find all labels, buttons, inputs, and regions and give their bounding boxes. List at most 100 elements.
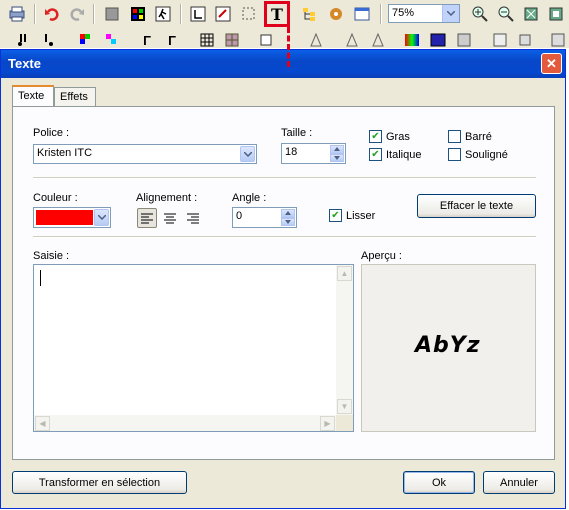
dialog-titlebar[interactable]: Texte ✕: [1, 50, 565, 78]
book-icon[interactable]: [490, 30, 510, 50]
gradient-icon[interactable]: [428, 30, 448, 50]
print-icon[interactable]: [7, 4, 27, 24]
cylinder-icon[interactable]: [515, 30, 535, 50]
window-icon[interactable]: [352, 4, 372, 24]
saisie-textarea[interactable]: ▲ ▼ ◀ ▶: [33, 264, 354, 432]
angle-spinner[interactable]: 0: [232, 207, 297, 228]
palette-icon[interactable]: [128, 4, 148, 24]
souligne-label: Souligné: [465, 148, 508, 161]
spin-up-icon[interactable]: [330, 145, 344, 154]
erase-icon[interactable]: [213, 4, 233, 24]
tab-effets[interactable]: Effets: [54, 87, 96, 106]
annuler-button[interactable]: Annuler: [483, 471, 555, 494]
police-value: Kristen ITC: [37, 147, 93, 159]
apercu-preview: AbYz: [361, 264, 536, 432]
ok-button[interactable]: Ok: [403, 471, 475, 494]
chevron-down-icon[interactable]: [240, 146, 255, 162]
crop-icon[interactable]: [188, 4, 208, 24]
export-icon[interactable]: [548, 30, 568, 50]
taille-value: 18: [285, 146, 298, 158]
redo-icon[interactable]: [67, 4, 87, 24]
gras-checkbox[interactable]: ✔ Gras: [369, 130, 410, 143]
zoom-select[interactable]: 75%: [388, 4, 460, 23]
gamma-icon[interactable]: Γ: [137, 30, 157, 50]
align-left-icon: [141, 213, 153, 223]
saisie-label: Saisie :: [33, 250, 70, 262]
taille-spinner[interactable]: 18: [281, 143, 346, 164]
align-left-button[interactable]: [137, 208, 157, 228]
horizontal-scrollbar[interactable]: ◀ ▶: [34, 415, 336, 431]
ok-label: Ok: [431, 476, 447, 489]
color-pick-icon[interactable]: [76, 30, 96, 50]
check-icon: ✔: [329, 209, 342, 222]
scroll-left-icon[interactable]: ◀: [35, 416, 50, 431]
scroll-corner: [336, 415, 353, 431]
layer-icon[interactable]: [256, 30, 276, 50]
zoom-out-icon[interactable]: [496, 4, 516, 24]
fit-icon[interactable]: [521, 4, 541, 24]
police-label: Police :: [33, 127, 70, 139]
couleur-select[interactable]: [33, 207, 111, 228]
checkbox-box: [448, 148, 461, 161]
italique-checkbox[interactable]: ✔ Italique: [369, 148, 421, 161]
tab-panel: Police : Kristen ITC Taille : 18 ✔ Gras ✔…: [12, 106, 555, 460]
vertical-scrollbar[interactable]: ▲ ▼: [336, 265, 353, 415]
chevron-down-icon[interactable]: [94, 209, 109, 226]
souligne-checkbox[interactable]: Souligné: [448, 148, 508, 161]
zoom-in-icon[interactable]: [470, 4, 490, 24]
italique-label: Italique: [386, 148, 422, 161]
lisser-label: Lisser: [346, 209, 376, 222]
chevron-down-icon[interactable]: [442, 5, 459, 22]
mask-icon[interactable]: [454, 30, 474, 50]
select-icon[interactable]: [239, 4, 259, 24]
grid-icon[interactable]: [197, 30, 217, 50]
spin-down-icon[interactable]: [330, 153, 344, 162]
close-icon[interactable]: ✕: [541, 53, 562, 74]
annuler-label: Annuler: [500, 476, 538, 489]
gamma2-icon[interactable]: Γ: [162, 30, 182, 50]
close-label: ✕: [546, 55, 557, 71]
triangle2-icon[interactable]: [368, 30, 388, 50]
walk-icon[interactable]: [153, 4, 173, 24]
angle-value: 0: [236, 210, 243, 222]
align-center-icon: [164, 213, 176, 223]
scroll-up-icon[interactable]: ▲: [337, 266, 352, 281]
tab-texte[interactable]: Texte: [12, 85, 54, 106]
align-center-button[interactable]: [160, 208, 180, 228]
spin-up-icon[interactable]: [281, 209, 295, 218]
effacer-texte-button[interactable]: Effacer le texte: [417, 194, 536, 218]
barre-checkbox[interactable]: Barré: [448, 130, 492, 143]
triangle-icon[interactable]: [342, 30, 362, 50]
brush-icon[interactable]: [13, 30, 33, 50]
fill-icon[interactable]: [102, 4, 122, 24]
dialog-title: Texte: [8, 56, 41, 71]
pen-icon[interactable]: [38, 30, 58, 50]
grid2-icon[interactable]: [222, 30, 242, 50]
highlight-box: [264, 1, 290, 27]
color-swap-icon[interactable]: [102, 30, 122, 50]
spin-down-icon[interactable]: [281, 217, 295, 226]
angle-spin[interactable]: [281, 209, 295, 226]
angle-label: Angle :: [232, 192, 267, 204]
apercu-label: Aperçu :: [361, 250, 402, 262]
police-select[interactable]: Kristen ITC: [33, 144, 257, 164]
transformer-selection-button[interactable]: Transformer en sélection: [12, 471, 187, 494]
scroll-right-icon[interactable]: ▶: [320, 416, 335, 431]
toolbar: T 75% Γ Γ: [0, 0, 569, 48]
couleur-label: Couleur :: [33, 192, 78, 204]
tree-icon[interactable]: [300, 4, 320, 24]
undo-icon[interactable]: [42, 4, 62, 24]
scroll-down-icon[interactable]: ▼: [337, 399, 352, 414]
flask-icon[interactable]: [306, 30, 326, 50]
actual-size-icon[interactable]: [546, 4, 566, 24]
taille-label: Taille :: [281, 127, 313, 139]
highlight-pointer: [287, 27, 293, 67]
lisser-checkbox[interactable]: ✔ Lisser: [329, 209, 375, 222]
align-right-button[interactable]: [183, 208, 203, 228]
effacer-texte-label: Effacer le texte: [439, 200, 514, 212]
rainbow-icon[interactable]: [402, 30, 422, 50]
tab-texte-label: Texte: [18, 90, 45, 102]
tab-effets-label: Effets: [60, 91, 88, 103]
puzzle-icon[interactable]: [326, 4, 346, 24]
taille-spin[interactable]: [330, 145, 344, 162]
